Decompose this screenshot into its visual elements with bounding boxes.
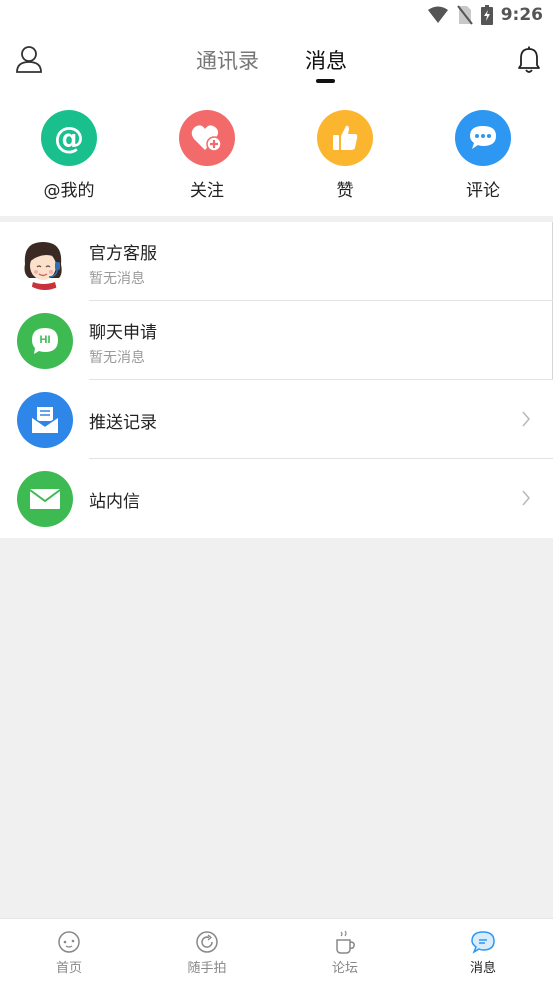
quick-action-label: 赞	[336, 181, 354, 201]
message-list: 官方客服 暂无消息 HI 聊天申请 暂无消息 推送记录 站内信	[0, 222, 553, 538]
nav-label: 消息	[469, 961, 496, 976]
no-sim-icon	[456, 5, 473, 25]
tab-contacts[interactable]: 通讯录	[196, 45, 259, 75]
user-profile-icon[interactable]	[14, 44, 44, 74]
quick-action-label: 评论	[466, 181, 500, 201]
camera-refresh-icon	[167, 929, 247, 955]
list-item-chat-request[interactable]: HI 聊天申请 暂无消息	[0, 301, 553, 380]
nav-item-home[interactable]: 首页	[29, 929, 109, 976]
list-item-title: 推送记录	[89, 413, 157, 433]
chevron-right-icon	[521, 489, 531, 511]
tab-messages[interactable]: 消息	[305, 45, 347, 75]
mail-icon	[17, 471, 73, 527]
coffee-cup-icon	[305, 929, 385, 955]
list-item-title: 聊天申请	[89, 323, 157, 343]
list-item-title: 官方客服	[89, 244, 157, 264]
list-item-subtitle: 暂无消息	[89, 350, 145, 366]
list-item-title: 站内信	[89, 492, 140, 512]
list-item-official-service[interactable]: 官方客服 暂无消息	[0, 222, 553, 301]
at-icon: @	[41, 110, 97, 166]
quick-action-follow[interactable]: 关注	[152, 110, 262, 201]
list-item-subtitle: 暂无消息	[89, 271, 145, 287]
quick-action-at-me[interactable]: @ @我的	[14, 110, 124, 201]
wifi-icon	[427, 6, 449, 24]
nav-label: 论坛	[331, 961, 358, 976]
list-item-push-records[interactable]: 推送记录	[0, 380, 553, 459]
quick-action-label: 关注	[190, 181, 224, 201]
list-item-site-mail[interactable]: 站内信	[0, 459, 553, 538]
svg-text:@: @	[54, 121, 84, 155]
quick-action-label: @我的	[43, 181, 95, 201]
quick-actions: @ @我的 关注 赞 评论	[0, 92, 553, 216]
status-time: 9:26	[500, 5, 543, 25]
battery-charging-icon	[480, 5, 493, 25]
quick-action-comments[interactable]: 评论	[428, 110, 538, 201]
thumbs-up-icon	[317, 110, 373, 166]
nav-label: 随手拍	[187, 961, 227, 976]
bottom-navigation: 首页 随手拍 论坛 消息	[0, 918, 553, 983]
home-face-icon	[29, 929, 109, 955]
quick-action-likes[interactable]: 赞	[290, 110, 400, 201]
push-envelope-icon	[17, 392, 73, 448]
comment-icon	[455, 110, 511, 166]
hi-chat-label: HI	[39, 333, 51, 346]
chat-bubble-icon	[443, 929, 523, 955]
chevron-right-icon	[521, 410, 531, 432]
tab-active-indicator	[316, 79, 335, 83]
customer-service-avatar	[17, 234, 73, 290]
heart-plus-icon	[179, 110, 235, 166]
bell-icon[interactable]	[516, 46, 542, 74]
nav-label: 首页	[55, 961, 82, 976]
nav-item-snapshot[interactable]: 随手拍	[167, 929, 247, 976]
nav-item-messages[interactable]: 消息	[443, 929, 523, 976]
nav-item-forum[interactable]: 论坛	[305, 929, 385, 976]
top-bar: 通讯录 消息	[0, 30, 553, 92]
hi-chat-icon: HI	[17, 313, 73, 369]
status-bar: 9:26	[0, 0, 553, 30]
